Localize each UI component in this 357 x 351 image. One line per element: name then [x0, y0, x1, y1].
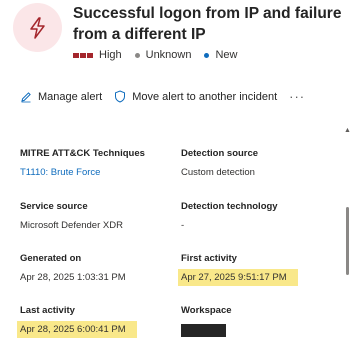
last-activity-label: Last activity [20, 305, 75, 316]
mitre-technique-link[interactable]: T1110: Brute Force [20, 167, 170, 179]
alert-header: Successful logon from IP and failure fro… [0, 0, 357, 80]
classification-label: Unknown [145, 49, 192, 61]
action-bar: Manage alert Move alert to another incid… [20, 89, 305, 104]
workspace-label: Workspace [181, 305, 232, 316]
shield-icon [115, 90, 126, 103]
detection-technology-label: Detection technology [181, 201, 278, 212]
lightning-icon [29, 16, 45, 39]
detection-source-value: Custom detection [181, 167, 255, 178]
classification-status: Unknown [134, 49, 192, 61]
first-activity-field: First activity Apr 27, 2025 9:51:17 PM [178, 253, 331, 286]
scrollbar-thumb[interactable] [346, 207, 349, 275]
manage-alert-label: Manage alert [38, 90, 103, 103]
last-activity-value: Apr 28, 2025 6:00:41 PM [17, 321, 137, 338]
generated-on-value: Apr 28, 2025 1:03:31 PM [20, 272, 126, 283]
alert-badge [13, 3, 62, 52]
status-dot-icon [204, 52, 210, 58]
manage-alert-button[interactable]: Manage alert [20, 91, 102, 103]
status-dot-icon [134, 52, 140, 58]
last-activity-field: Last activity Apr 28, 2025 6:00:41 PM [17, 305, 170, 338]
mitre-field: MITRE ATT&CK Techniques T1110: Brute For… [20, 148, 170, 179]
service-source-field: Service source Microsoft Defender XDR [20, 201, 170, 232]
detection-source-field: Detection source Custom detection [181, 148, 331, 179]
mitre-label: MITRE ATT&CK Techniques [20, 148, 145, 159]
alert-status: New [204, 49, 238, 61]
detection-source-label: Detection source [181, 148, 259, 159]
move-alert-label: Move alert to another incident [132, 90, 278, 103]
severity-indicator: High [73, 49, 122, 61]
first-activity-label: First activity [181, 253, 237, 264]
alert-meta: High Unknown New [73, 49, 251, 61]
service-source-label: Service source [20, 201, 88, 212]
scroll-up-arrow-icon[interactable]: ▲ [344, 127, 352, 135]
severity-bars-icon [73, 52, 93, 58]
service-source-value: Microsoft Defender XDR [20, 220, 123, 231]
generated-on-label: Generated on [20, 253, 82, 264]
move-alert-button[interactable]: Move alert to another incident [114, 90, 277, 103]
generated-on-field: Generated on Apr 28, 2025 1:03:31 PM [20, 253, 170, 284]
workspace-value-redacted [181, 324, 226, 337]
detection-technology-field: Detection technology - [181, 201, 331, 232]
workspace-field: Workspace [181, 305, 331, 337]
detection-technology-value: - [181, 220, 185, 231]
alert-title: Successful logon from IP and failure fro… [73, 5, 342, 43]
status-label: New [215, 49, 238, 61]
pencil-icon [21, 91, 31, 102]
first-activity-value: Apr 27, 2025 9:51:17 PM [178, 269, 298, 286]
severity-label: High [99, 49, 122, 61]
more-options-button[interactable]: ··· [289, 89, 305, 104]
